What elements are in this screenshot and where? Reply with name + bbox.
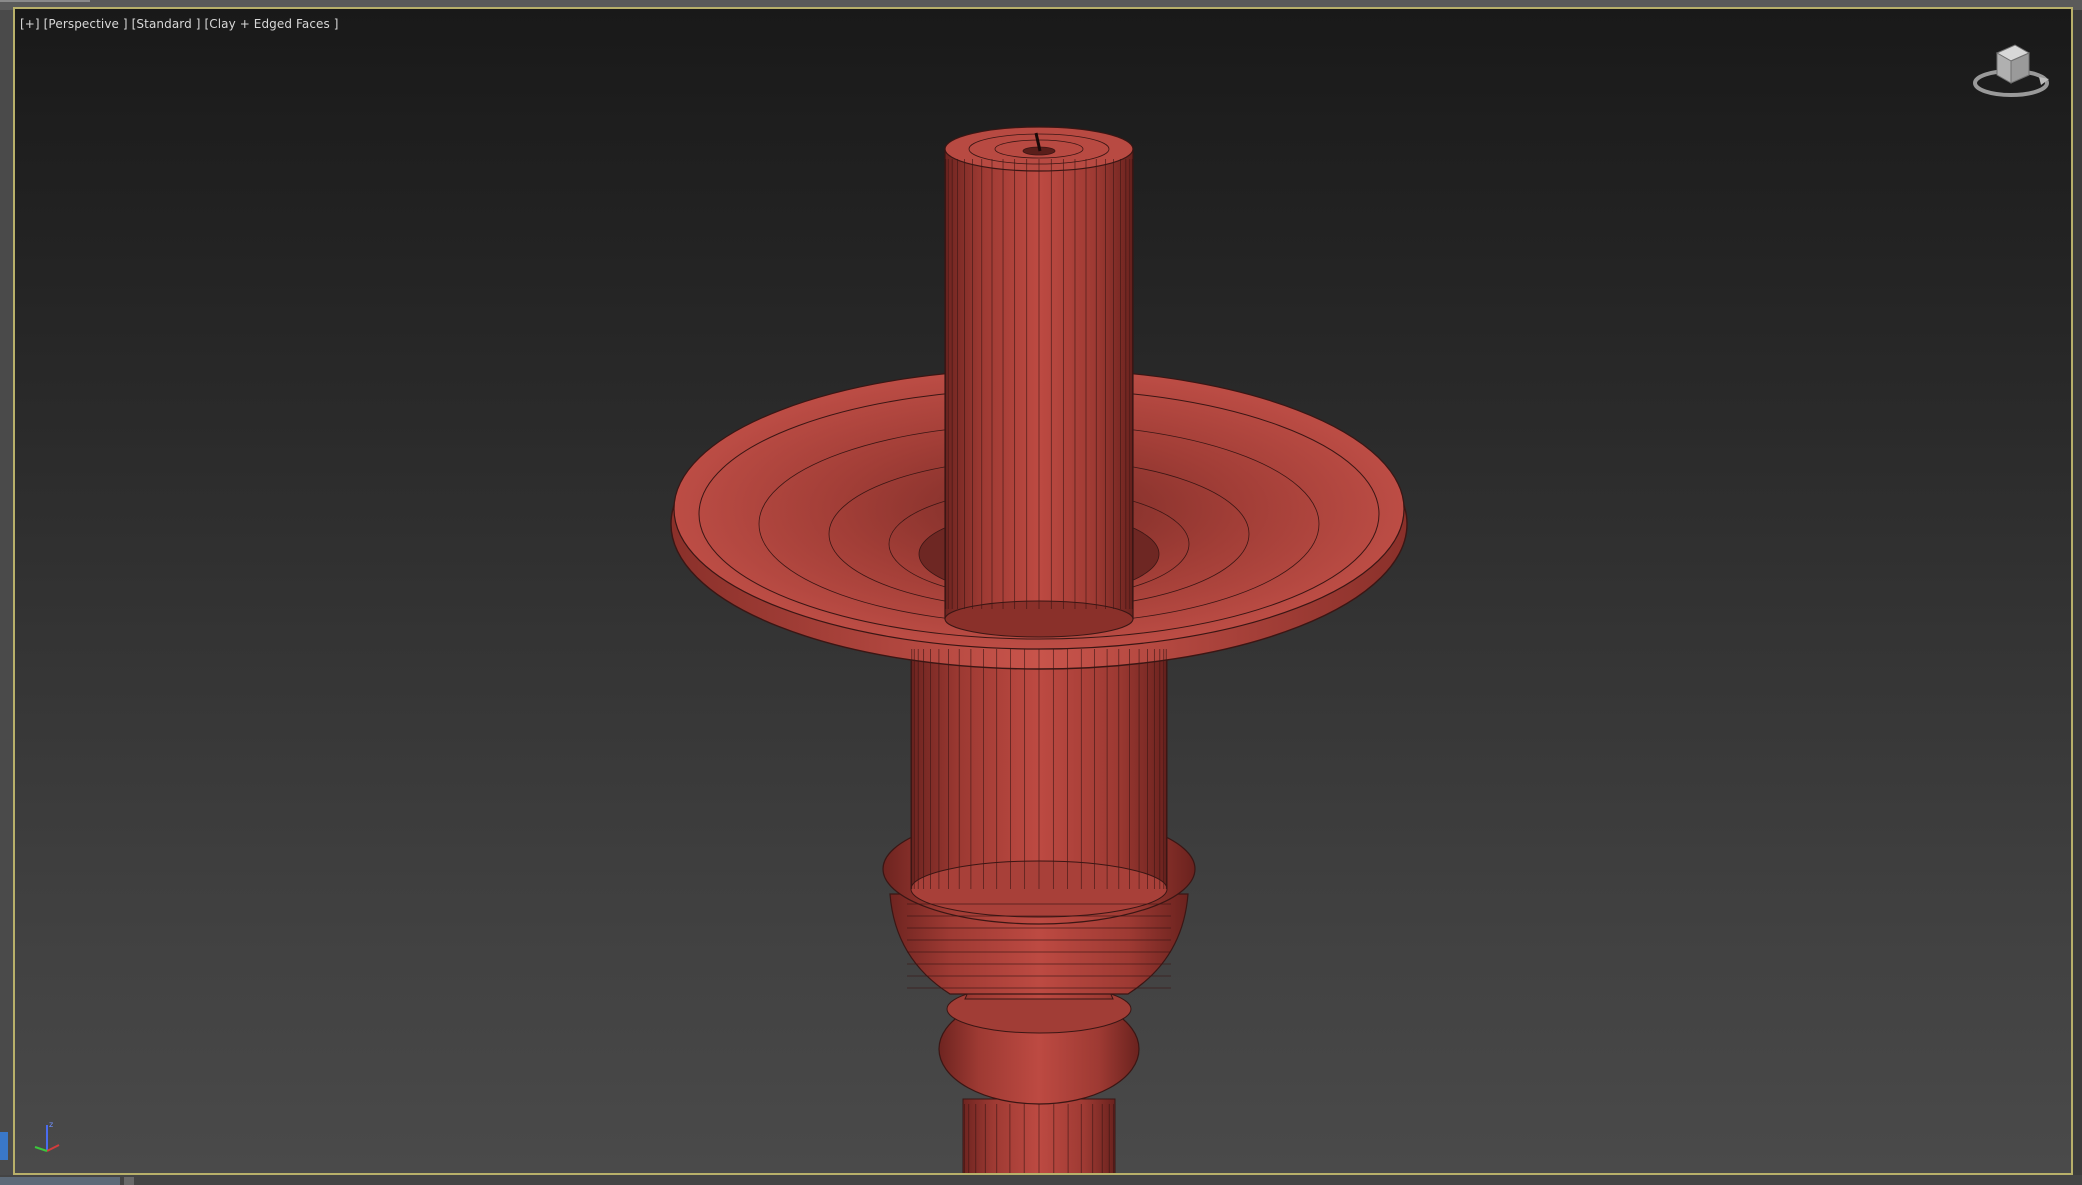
left-panel-strip [0,10,13,1185]
viewcube-icon[interactable] [1971,39,2051,105]
bottom-status-strip [0,1175,2082,1185]
perspective-viewport[interactable]: [+] [Perspective ] [Standard ] [Clay + E… [13,7,2073,1175]
status-toggle[interactable] [124,1177,134,1185]
candlestick-model[interactable] [15,9,2071,1173]
status-panel[interactable] [0,1177,120,1185]
axis-tripod-icon: z [23,1119,65,1161]
top-tab[interactable] [0,0,90,2]
axis-z-label: z [49,1120,53,1129]
selection-indicator[interactable] [0,1132,8,1160]
